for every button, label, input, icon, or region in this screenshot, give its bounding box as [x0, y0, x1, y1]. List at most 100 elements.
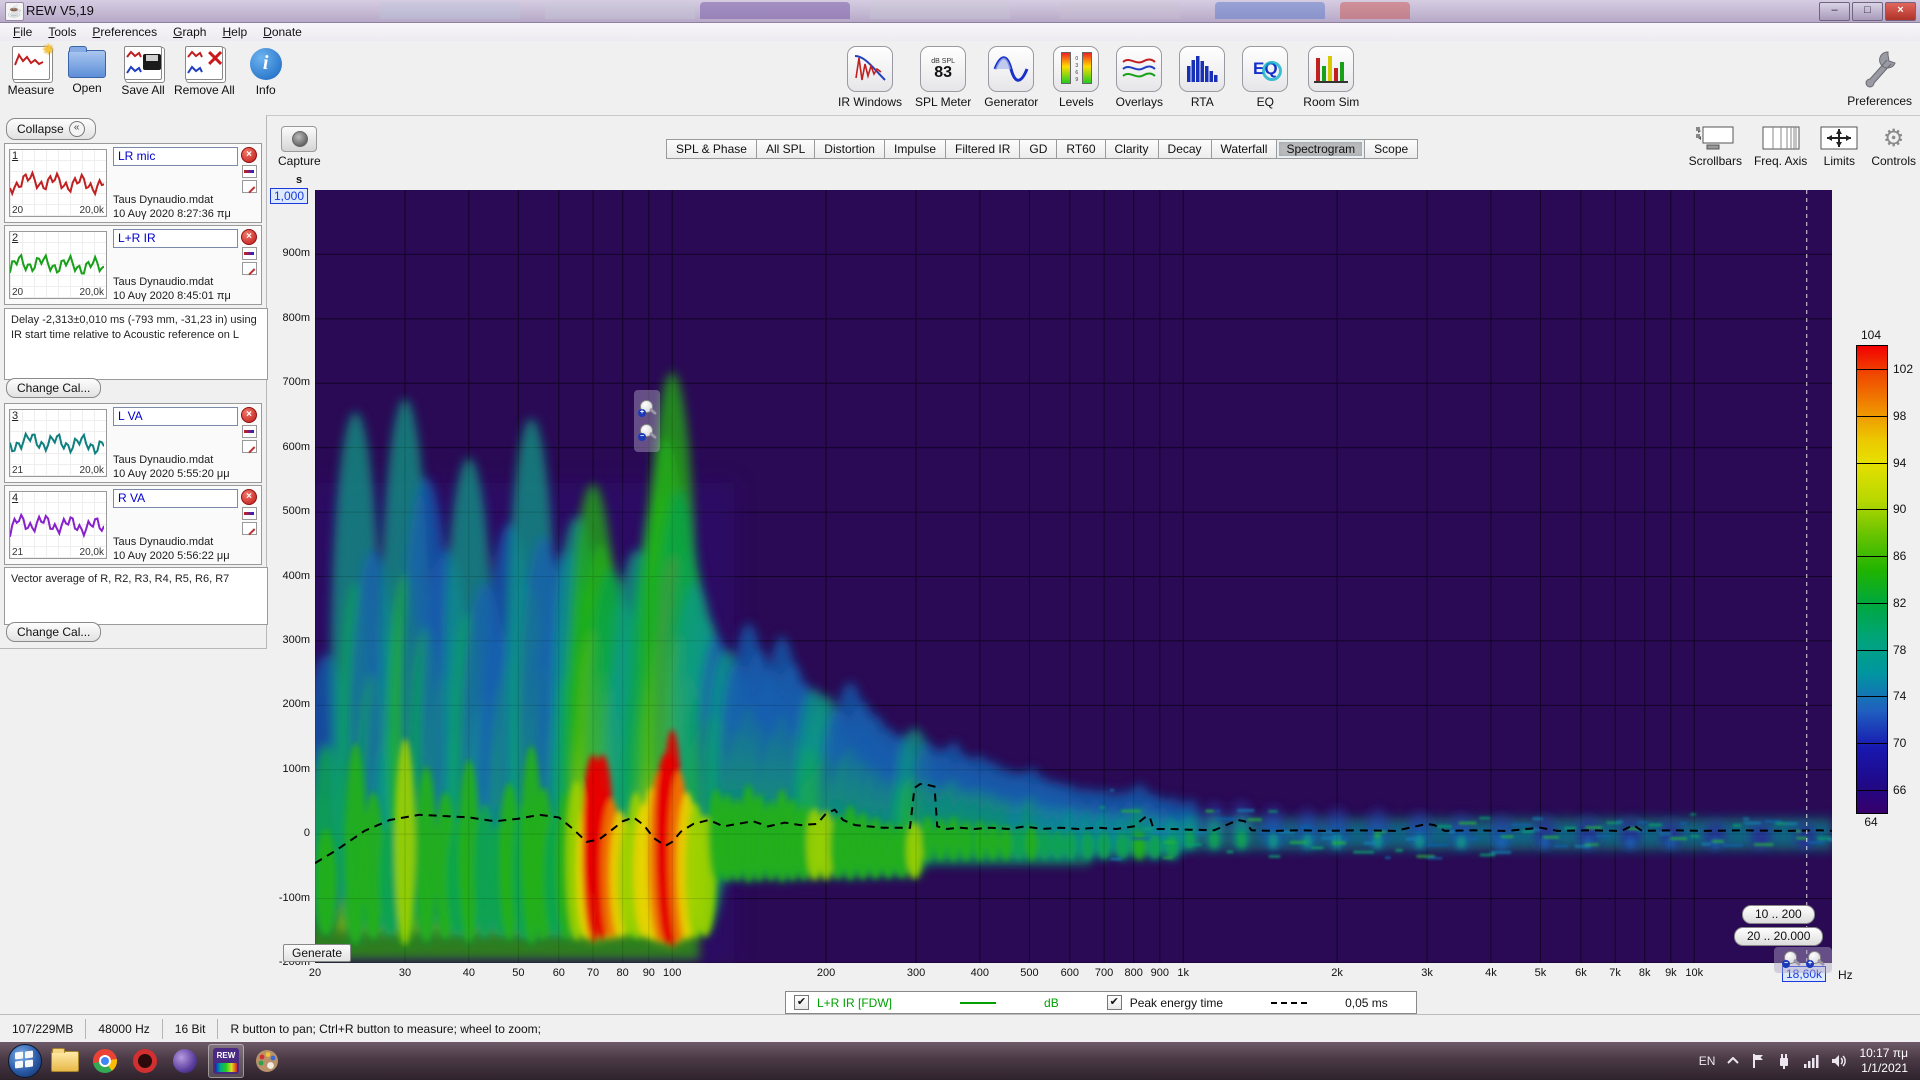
tab-filtered-ir[interactable]: Filtered IR — [946, 140, 1021, 158]
overlays-button[interactable]: Overlays — [1114, 46, 1164, 109]
thumb-xmin-label: 20 — [12, 205, 24, 216]
menu-help[interactable]: Help — [215, 24, 254, 40]
thumb-xmax-label: 20,0k — [79, 205, 104, 216]
taskbar-browser-button[interactable] — [168, 1045, 202, 1077]
overlays-icon — [1116, 46, 1163, 92]
menu-graph[interactable]: Graph — [166, 24, 213, 40]
measurement-card-3[interactable]: 3 21 20,0k L VA × Taus Dynaudio.mdat 10 … — [4, 403, 262, 483]
generate-button[interactable]: Generate — [283, 944, 352, 962]
measurement-name-field[interactable]: L+R IR — [113, 229, 238, 248]
window-title: REW V5,19 — [26, 3, 94, 18]
measurement-notes[interactable]: Delay -2,313±0,010 ms (-793 mm, -31,23 i… — [4, 308, 268, 380]
rta-button[interactable]: RTA — [1177, 46, 1227, 109]
menu-file[interactable]: File — [6, 24, 39, 40]
tab-spl-phase[interactable]: SPL & Phase — [667, 140, 757, 158]
save-all-button[interactable]: Save All — [118, 46, 168, 97]
action-center-flag-icon[interactable] — [1751, 1053, 1765, 1069]
change-cal-button[interactable]: Change Cal... — [6, 622, 102, 642]
measurement-number: 3 — [12, 410, 19, 422]
taskbar-opera-button[interactable] — [128, 1045, 162, 1077]
open-folder-icon — [68, 46, 106, 78]
minimize-button[interactable]: – — [1819, 2, 1850, 21]
range-20-20000-button[interactable]: 20 .. 20.000 — [1734, 927, 1824, 946]
measurement-card-4[interactable]: 4 21 20,0k R VA × Taus Dynaudio.mdat 10 … — [4, 485, 262, 565]
language-indicator[interactable]: EN — [1699, 1054, 1716, 1068]
menu-donate[interactable]: Donate — [256, 24, 309, 40]
taskbar: REW EN 10:17 πμ 1/1/2021 — [0, 1042, 1920, 1080]
volume-icon[interactable] — [1831, 1054, 1847, 1068]
capture-button[interactable]: Capture — [278, 126, 321, 168]
zoom-in-icon[interactable]: + — [1806, 951, 1826, 969]
limits-button[interactable]: Limits — [1819, 125, 1859, 168]
zoom-out-icon[interactable]: − — [638, 424, 658, 442]
ir-windows-button[interactable]: IR Windows — [838, 46, 902, 109]
controls-button[interactable]: ⚙ Controls — [1871, 124, 1916, 169]
measurement-name-field[interactable]: R VA — [113, 489, 238, 508]
collapse-panel-button[interactable]: Collapse « — [6, 118, 96, 140]
title-bar[interactable]: ☕ REW V5,19 – □ × — [0, 0, 1920, 23]
menu-preferences[interactable]: Preferences — [85, 24, 164, 40]
open-button[interactable]: Open — [62, 46, 112, 97]
x-tick-label: 60 — [552, 967, 565, 979]
measurement-delete-button[interactable]: × — [241, 147, 257, 163]
measurement-notes[interactable]: Vector average of R, R2, R3, R4, R5, R6,… — [4, 567, 268, 625]
power-plug-icon[interactable] — [1777, 1053, 1791, 1069]
x-tick-label: 6k — [1575, 967, 1587, 979]
generator-button[interactable]: Generator — [984, 46, 1038, 109]
tab-rt60[interactable]: RT60 — [1057, 140, 1106, 158]
start-button[interactable] — [8, 1044, 42, 1078]
gear-icon: ⚙ — [1882, 124, 1905, 152]
tab-spectrogram[interactable]: Spectrogram — [1277, 140, 1366, 158]
close-button[interactable]: × — [1885, 2, 1916, 21]
zoom-in-icon[interactable]: + — [638, 400, 658, 418]
y-tick-label: -100m — [278, 891, 310, 904]
thumb-xmin-label: 20 — [12, 287, 24, 298]
measurement-card-1[interactable]: 1 20 20,0k LR mic × Taus Dynaudio.mdat 1… — [4, 143, 262, 223]
series1-checkbox[interactable]: ✔ — [794, 995, 809, 1010]
taskbar-explorer-button[interactable] — [48, 1045, 82, 1077]
eq-button[interactable]: EQ EQ — [1240, 46, 1290, 109]
measurement-name-field[interactable]: LR mic — [113, 147, 238, 166]
colorbar-tick — [1857, 509, 1887, 511]
measurement-name-field[interactable]: L VA — [113, 407, 238, 426]
tab-all-spl[interactable]: All SPL — [756, 140, 816, 158]
series2-checkbox[interactable]: ✔ — [1106, 995, 1122, 1010]
measure-button[interactable]: ✷ Measure — [6, 42, 56, 97]
graph-option-buttons: Scrollbars Freq. Axis Limits ⚙ Controls — [1689, 124, 1916, 169]
thumbnail-curve — [10, 431, 104, 456]
clock[interactable]: 10:17 πμ 1/1/2021 — [1859, 1046, 1908, 1076]
room-sim-button[interactable]: Room Sim — [1303, 46, 1359, 109]
remove-all-button[interactable]: ✕ Remove All — [174, 46, 235, 97]
menu-tools[interactable]: Tools — [41, 24, 83, 40]
measurement-card-2[interactable]: 2 20 20,0k L+R IR × Taus Dynaudio.mdat 1… — [4, 225, 262, 305]
colorbar-tick — [1857, 789, 1887, 791]
freq-axis-button[interactable]: Freq. Axis — [1754, 125, 1807, 168]
change-cal-button[interactable]: Change Cal... — [6, 378, 102, 398]
spl-meter-button[interactable]: dB SPL 83 SPL Meter — [915, 46, 971, 109]
levels-button[interactable]: 0369 Levels — [1051, 46, 1101, 109]
taskbar-paint-button[interactable] — [250, 1045, 284, 1077]
measurements-panel: Collapse« 1 20 20,0k LR mic × Taus Dyna — [0, 115, 268, 649]
network-signal-icon[interactable] — [1803, 1054, 1819, 1068]
tab-gd[interactable]: GD — [1020, 140, 1058, 158]
tab-distortion[interactable]: Distortion — [815, 140, 885, 158]
colorbar-tick-label: 90 — [1893, 502, 1907, 517]
range-10-200-button[interactable]: 10 .. 200 — [1742, 905, 1815, 924]
tab-clarity[interactable]: Clarity — [1105, 140, 1159, 158]
spectrogram-plot[interactable]: + − — [315, 190, 1832, 963]
tab-waterfall[interactable]: Waterfall — [1211, 140, 1278, 158]
info-button[interactable]: i Info — [241, 46, 291, 97]
measurement-trace-icon[interactable] — [241, 165, 257, 178]
taskbar-chrome-button[interactable] — [88, 1045, 122, 1077]
tab-decay[interactable]: Decay — [1158, 140, 1212, 158]
tab-scope[interactable]: Scope — [1365, 140, 1418, 158]
tab-impulse[interactable]: Impulse — [884, 140, 947, 158]
scrollbars-button[interactable]: Scrollbars — [1689, 125, 1742, 168]
maximize-button[interactable]: □ — [1852, 2, 1883, 21]
preferences-button[interactable]: Preferences — [1847, 46, 1912, 108]
x-tick-label: 700 — [1094, 967, 1114, 979]
browser-icon — [173, 1049, 197, 1073]
tray-expand-icon[interactable] — [1727, 1057, 1740, 1065]
zoom-out-icon[interactable]: − — [1782, 951, 1802, 969]
taskbar-rew-button[interactable]: REW — [208, 1044, 244, 1078]
